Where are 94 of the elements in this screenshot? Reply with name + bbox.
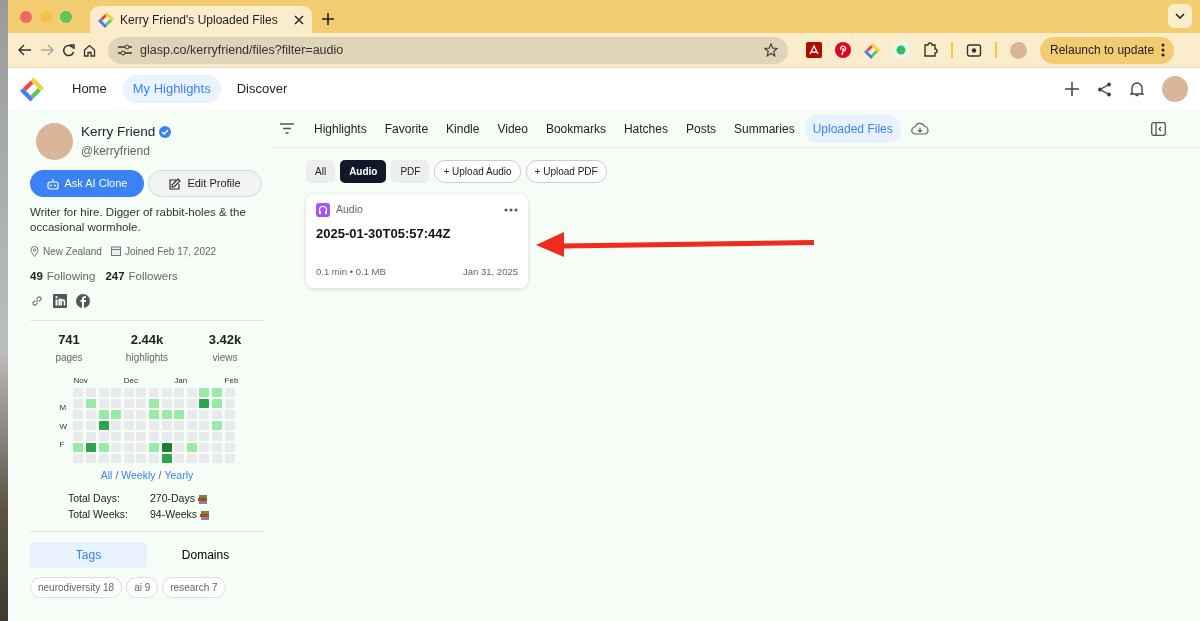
month-label: Jan <box>174 374 185 386</box>
weekday-label: W <box>59 421 68 431</box>
profile-handle: @kerryfriend <box>81 143 151 161</box>
pdf-extension-icon[interactable] <box>806 42 822 58</box>
content-tab[interactable]: Summaries <box>726 114 803 143</box>
file-date: Jan 31, 2025 <box>463 265 518 280</box>
location-pin-icon <box>30 245 39 257</box>
filter-chip[interactable]: Audio <box>340 160 387 183</box>
sidebar-toggle-icon[interactable] <box>1151 121 1166 136</box>
tag-chip[interactable]: neurodiversity 18 <box>30 576 123 598</box>
facebook-icon[interactable] <box>76 294 90 309</box>
stat-label: pages <box>54 350 84 365</box>
profile-name: Kerry Friend <box>81 123 156 141</box>
total-label: Total Days: <box>68 491 121 507</box>
content-tab[interactable]: Bookmarks <box>537 114 614 143</box>
location-text: New Zealand <box>43 244 102 259</box>
address-bar[interactable]: glasp.co/kerryfriend/files?filter=audio <box>108 36 788 64</box>
file-meta: 0.1 min • 0.1 MB <box>316 265 386 280</box>
content-tab[interactable]: Favorite <box>376 114 437 143</box>
back-icon[interactable] <box>16 42 34 58</box>
content-tab[interactable]: Highlights <box>306 114 375 143</box>
file-card[interactable]: Audio 2025-01-30T05:57:44Z 0.1 min • 0.1 MB Jan 31, 2025 <box>306 194 528 288</box>
tag-chip[interactable]: research 7 <box>162 576 226 598</box>
chevron-down-icon[interactable] <box>1168 4 1192 28</box>
new-tab-button[interactable] <box>320 11 336 27</box>
more-icon[interactable] <box>504 207 518 212</box>
stat-value: 2.44k <box>129 331 165 350</box>
nav-link[interactable]: Discover <box>226 75 298 103</box>
upload-button[interactable]: + Upload Audio <box>434 160 521 183</box>
total-label: Total Weeks: <box>68 507 129 523</box>
content-tab[interactable]: Video <box>489 114 536 143</box>
stat-value: 3.42k <box>207 331 243 350</box>
books-icon <box>200 509 211 520</box>
linkedin-icon[interactable] <box>53 294 67 309</box>
file-title: 2025-01-30T05:57:44Z <box>316 224 452 243</box>
separator-text: / <box>115 467 119 483</box>
window-control-dot[interactable] <box>60 10 72 23</box>
browser-tab[interactable]: Kerry Friend's Uploaded Files <box>90 6 312 33</box>
stat-value: 741 <box>57 331 81 350</box>
relaunch-button[interactable]: Relaunch to update <box>1040 36 1175 64</box>
file-type: Audio <box>336 202 364 217</box>
sidebar-tab[interactable]: Domains <box>147 541 264 568</box>
content-tab[interactable]: Hatches <box>615 114 676 143</box>
tab-title: Kerry Friend's Uploaded Files <box>120 11 279 29</box>
stat-label: views <box>211 350 239 365</box>
view-link[interactable]: Weekly <box>121 467 156 484</box>
glasp-extension-icon[interactable] <box>864 41 880 59</box>
window-control-dot[interactable] <box>20 10 32 23</box>
follow-label: Followers <box>128 268 178 284</box>
content-tab[interactable]: Posts <box>677 114 724 143</box>
robot-icon[interactable] <box>46 177 59 190</box>
filter-chip[interactable]: All <box>306 160 336 183</box>
avatar-image <box>36 122 73 160</box>
star-icon[interactable] <box>764 43 778 57</box>
pin-extension-icon[interactable] <box>835 42 851 58</box>
separator-text: / <box>158 467 162 483</box>
logo-icon[interactable] <box>20 76 46 102</box>
plus-icon[interactable] <box>1065 82 1079 96</box>
screenshot-icon[interactable] <box>966 42 982 58</box>
follow-count: 49 <box>30 268 43 284</box>
filter-chip[interactable]: PDF <box>391 160 430 183</box>
total-value: 94-Weeks <box>150 507 198 523</box>
books-icon <box>197 494 208 505</box>
site-settings-icon <box>118 44 132 56</box>
stat-label: highlights <box>124 350 170 365</box>
link-icon[interactable] <box>30 294 44 309</box>
profile-bio: Writer for hire. Digger of rabbit-holes & the occasional wormhole. <box>30 204 247 236</box>
tag-chip[interactable]: ai 9 <box>126 576 159 598</box>
joined-date: Joined Feb 17, 2022 <box>124 244 217 259</box>
close-icon[interactable] <box>294 14 304 25</box>
upload-button[interactable]: + Upload PDF <box>525 160 607 183</box>
weekday-label: F <box>59 439 66 449</box>
view-link[interactable]: All <box>100 467 113 484</box>
weekday-label: M <box>59 403 68 413</box>
window-control-dot[interactable] <box>40 10 52 23</box>
edit-profile-button[interactable]: Edit Profile <box>148 170 262 197</box>
logo-icon <box>98 11 114 28</box>
cloud-download-icon[interactable] <box>910 121 929 136</box>
nav-link[interactable]: Home <box>62 75 117 103</box>
bell-icon[interactable] <box>1130 81 1144 97</box>
ai-clone-button[interactable]: Ask AI Clone <box>30 170 144 197</box>
puzzle-icon[interactable] <box>922 42 938 58</box>
url-text: glasp.co/kerryfriend/files?filter=audio <box>140 41 345 59</box>
total-value: 270-Days <box>150 491 195 507</box>
headphones-icon <box>316 202 330 217</box>
content-tab[interactable]: Kindle <box>438 114 488 143</box>
filter-icon[interactable] <box>280 123 294 134</box>
follow-label: Following <box>46 268 96 284</box>
reload-icon[interactable] <box>60 41 77 59</box>
follow-count: 247 <box>105 268 125 284</box>
calendar-icon <box>110 246 121 257</box>
view-link[interactable]: Yearly <box>164 467 194 484</box>
edit-icon[interactable] <box>169 177 182 190</box>
share-icon[interactable] <box>1097 81 1112 97</box>
